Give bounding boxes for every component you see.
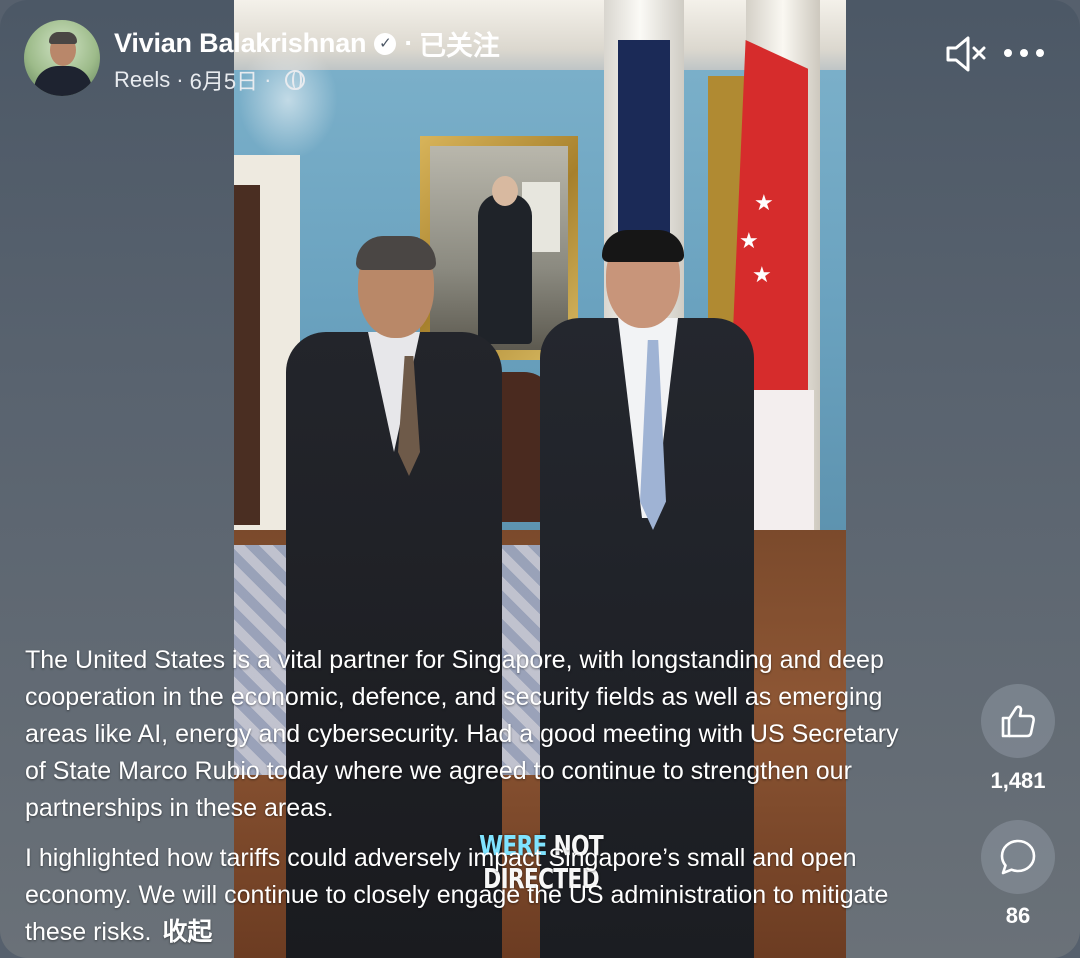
more-options-button[interactable]	[1004, 38, 1044, 68]
author-avatar[interactable]	[24, 20, 100, 96]
globe-icon	[285, 70, 306, 90]
post-date[interactable]: 6月5日	[190, 64, 258, 96]
reel-card: ★ ★ ★ WERE NOT DIRECTED Vivian Balakrish…	[0, 0, 1080, 958]
collapse-link[interactable]: 收起	[162, 918, 212, 946]
meta-separator: ·	[264, 67, 272, 92]
more-dots-icon	[1004, 49, 1012, 57]
speaker-muted-icon	[946, 36, 986, 72]
flag-star: ★	[739, 228, 759, 253]
post-caption: The United States is a vital partner for…	[25, 642, 925, 958]
verified-badge-icon: ✓	[374, 32, 397, 55]
header-dot: ·	[404, 28, 414, 58]
like-count: 1,481	[990, 768, 1046, 793]
caption-paragraph-1: The United States is a vital partner for…	[25, 646, 899, 822]
thumbs-up-icon	[1001, 705, 1035, 738]
author-name[interactable]: Vivian Balakrishnan	[114, 28, 367, 59]
mute-button[interactable]	[944, 34, 988, 74]
flag-star: ★	[754, 190, 774, 215]
more-dots-icon	[1036, 49, 1044, 57]
caption-paragraph-2: I highlighted how tariffs could adversel…	[25, 840, 925, 951]
person-left-hair	[356, 236, 436, 270]
doorway	[234, 185, 260, 525]
comment-count: 86	[1005, 903, 1031, 928]
like-button[interactable]	[981, 684, 1055, 758]
us-flag-canton	[618, 40, 670, 240]
person-right-hair	[602, 230, 684, 262]
comment-button[interactable]	[981, 820, 1055, 894]
post-source[interactable]: Reels	[114, 67, 170, 93]
post-meta: Reels · 6月5日 ·	[114, 64, 306, 96]
follow-status-button[interactable]: 已关注	[419, 24, 500, 63]
comment-bubble-icon	[1000, 839, 1036, 875]
meta-separator: ·	[176, 67, 184, 92]
caption-paragraph-2-text: I highlighted how tariffs could adversel…	[25, 844, 889, 946]
flag-star: ★	[752, 262, 772, 287]
author-header: Vivian Balakrishnan ✓ · 已关注	[114, 24, 500, 63]
more-dots-icon	[1020, 49, 1028, 57]
